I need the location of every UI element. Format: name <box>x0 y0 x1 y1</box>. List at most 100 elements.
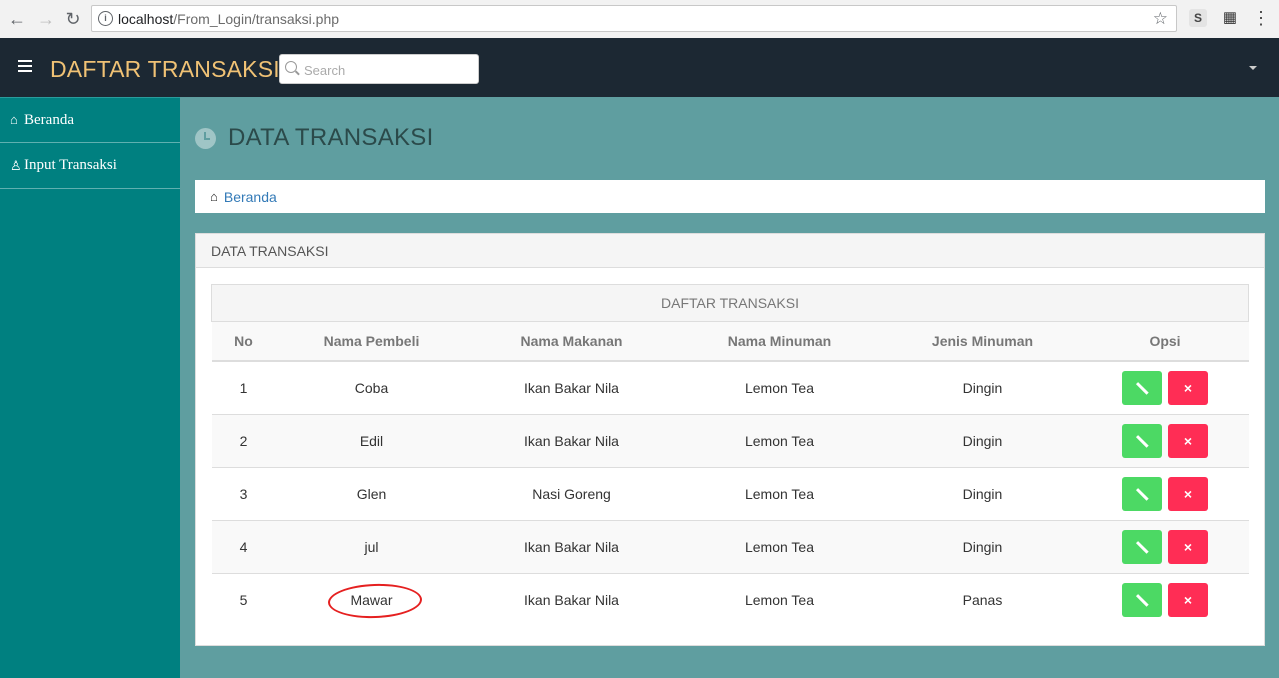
close-icon: × <box>1183 592 1193 608</box>
sidebar-item-input-transaksi[interactable]: ♙ Input Transaksi <box>0 143 180 189</box>
cell-nama-pembeli: Coba <box>275 360 468 415</box>
address-bar[interactable]: i localhost/From_Login/transaksi.php ☆ <box>91 5 1177 32</box>
main-content: DATA TRANSAKSI ⌂ Beranda DATA TRANSAKSI … <box>180 97 1279 678</box>
edit-button[interactable] <box>1122 583 1163 617</box>
edit-button[interactable] <box>1122 371 1163 405</box>
breadcrumb-link-beranda[interactable]: Beranda <box>224 189 277 205</box>
cell-nama-makanan: Ikan Bakar Nila <box>467 360 676 415</box>
reload-icon[interactable]: ↻ <box>63 9 83 29</box>
cell-no: 1 <box>211 360 276 415</box>
edit-button[interactable] <box>1122 477 1163 511</box>
url-text: localhost/From_Login/transaksi.php <box>118 11 339 27</box>
delete-button[interactable]: × <box>1167 583 1208 617</box>
browser-toolbar: ← → ↻ i localhost/From_Login/transaksi.p… <box>0 0 1279 39</box>
extension-s-icon[interactable]: S <box>1189 9 1207 27</box>
back-arrow-icon[interactable]: ← <box>7 9 27 29</box>
cell-nama-pembeli: Mawar <box>275 573 468 626</box>
transaction-table: DAFTAR TRANSAKSI No Nama Pembeli Nama Ma… <box>211 284 1249 626</box>
circled-annotation: Mawar <box>350 592 393 608</box>
cell-nama-pembeli: Glen <box>275 467 468 521</box>
cell-no: 3 <box>211 467 276 521</box>
cell-nama-makanan: Ikan Bakar Nila <box>467 573 676 626</box>
hamburger-menu-icon[interactable] <box>18 60 32 75</box>
table-row: 4 jul Ikan Bakar Nila Lemon Tea Dingin × <box>211 520 1249 574</box>
sidebar-item-label: Beranda <box>24 111 74 128</box>
edit-button[interactable] <box>1122 530 1163 564</box>
column-header-nama-pembeli: Nama Pembeli <box>275 321 468 362</box>
url-path: /From_Login/transaksi.php <box>173 11 340 27</box>
delete-button[interactable]: × <box>1167 530 1208 564</box>
close-icon: × <box>1183 539 1193 555</box>
breadcrumb: ⌂ Beranda <box>195 180 1265 213</box>
table-row: 1 Coba Ikan Bakar Nila Lemon Tea Dingin … <box>211 360 1249 415</box>
cell-nama-makanan: Ikan Bakar Nila <box>467 520 676 574</box>
column-header-nama-minuman: Nama Minuman <box>675 321 884 362</box>
close-icon: × <box>1183 380 1193 396</box>
cell-jenis-minuman: Dingin <box>883 360 1082 415</box>
brand-title[interactable]: DAFTAR TRANSAKSI <box>50 56 280 83</box>
clock-icon <box>195 127 216 149</box>
delete-button[interactable]: × <box>1167 477 1208 511</box>
close-icon: × <box>1183 486 1193 502</box>
edit-button[interactable] <box>1122 424 1163 458</box>
cell-opsi: × <box>1081 414 1249 468</box>
table-header-row: No Nama Pembeli Nama Makanan Nama Minuma… <box>211 321 1249 362</box>
search-icon <box>285 61 297 73</box>
cell-nama-minuman: Lemon Tea <box>675 414 884 468</box>
search-box <box>279 54 479 84</box>
pencil-icon <box>1136 541 1149 554</box>
transaction-panel: DATA TRANSAKSI DAFTAR TRANSAKSI No Nama … <box>195 233 1265 646</box>
table-row: 2 Edil Ikan Bakar Nila Lemon Tea Dingin … <box>211 414 1249 468</box>
cell-nama-makanan: Nasi Goreng <box>467 467 676 521</box>
column-header-nama-makanan: Nama Makanan <box>467 321 676 362</box>
cell-nama-minuman: Lemon Tea <box>675 573 884 626</box>
cell-nama-minuman: Lemon Tea <box>675 467 884 521</box>
cell-opsi: × <box>1081 573 1249 626</box>
cell-no: 2 <box>211 414 276 468</box>
table-caption: DAFTAR TRANSAKSI <box>211 284 1249 322</box>
table-row: 3 Glen Nasi Goreng Lemon Tea Dingin × <box>211 467 1249 521</box>
sidebar: ⌂ Beranda ♙ Input Transaksi <box>0 97 180 678</box>
app-header: DAFTAR TRANSAKSI <box>0 38 1279 97</box>
user-dropdown-caret-icon[interactable] <box>1249 66 1257 70</box>
cell-no: 5 <box>211 573 276 626</box>
page-title-text: DATA TRANSAKSI <box>228 124 434 151</box>
url-host: localhost <box>118 11 174 27</box>
table-caption-row: DAFTAR TRANSAKSI <box>211 284 1249 322</box>
search-input[interactable] <box>302 59 476 81</box>
delete-button[interactable]: × <box>1167 371 1208 405</box>
pencil-icon <box>1136 382 1149 395</box>
cell-nama-pembeli: jul <box>275 520 468 574</box>
forward-arrow-icon[interactable]: → <box>36 9 56 29</box>
bookmark-star-icon[interactable]: ☆ <box>1153 9 1168 29</box>
browser-menu-icon[interactable]: ⋮ <box>1252 9 1270 27</box>
cell-jenis-minuman: Dingin <box>883 467 1082 521</box>
cell-nama-minuman: Lemon Tea <box>675 520 884 574</box>
cell-no: 4 <box>211 520 276 574</box>
cell-jenis-minuman: Panas <box>883 573 1082 626</box>
panel-title: DATA TRANSAKSI <box>196 234 1264 268</box>
cell-opsi: × <box>1081 360 1249 415</box>
delete-button[interactable]: × <box>1167 424 1208 458</box>
column-header-no: No <box>211 321 276 362</box>
sidebar-item-beranda[interactable]: ⌂ Beranda <box>0 97 180 143</box>
pencil-icon <box>1136 435 1149 448</box>
pencil-icon <box>1136 594 1149 607</box>
page-title: DATA TRANSAKSI <box>195 123 434 153</box>
cell-nama-makanan: Ikan Bakar Nila <box>467 414 676 468</box>
extension-grid-icon[interactable]: ▦ <box>1221 9 1239 27</box>
pencil-icon <box>1136 488 1149 501</box>
home-icon: ⌂ <box>210 189 218 204</box>
sidebar-item-label: Input Transaksi <box>24 157 117 173</box>
cell-jenis-minuman: Dingin <box>883 520 1082 574</box>
cell-opsi: × <box>1081 520 1249 574</box>
cell-jenis-minuman: Dingin <box>883 414 1082 468</box>
column-header-opsi: Opsi <box>1081 321 1249 362</box>
cell-opsi: × <box>1081 467 1249 521</box>
table-row: 5 Mawar Ikan Bakar Nila Lemon Tea Panas … <box>211 573 1249 626</box>
user-icon: ♙ <box>10 157 22 173</box>
cell-nama-pembeli: Edil <box>275 414 468 468</box>
home-icon: ⌂ <box>10 112 18 127</box>
info-icon[interactable]: i <box>98 11 113 26</box>
cell-nama-minuman: Lemon Tea <box>675 360 884 415</box>
